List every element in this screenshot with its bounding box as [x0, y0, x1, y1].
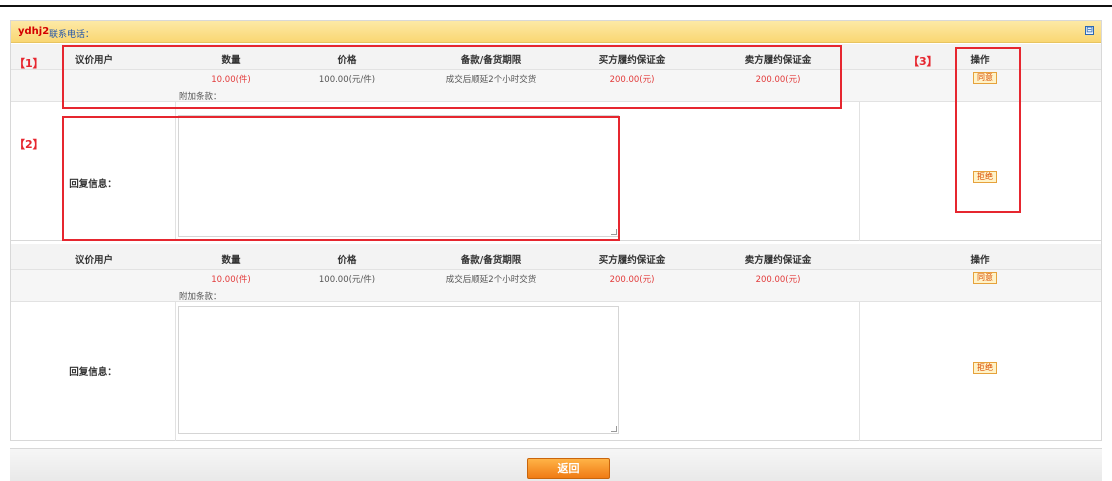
callout-label-2: 【2】 — [14, 138, 44, 151]
reply-textarea[interactable] — [178, 306, 619, 434]
offer-buyer-deposit: 200.00(元) — [609, 275, 655, 285]
agree-button[interactable]: 同意 — [973, 272, 997, 284]
divider — [859, 102, 860, 241]
col-header-user: 议价用户 — [74, 255, 113, 266]
col-header-buyer-deposit: 买方履约保证金 — [598, 255, 666, 266]
offer-terms-label: 附加条款： — [179, 292, 222, 302]
offer-price: 100.00(元/件) — [318, 275, 376, 285]
panel-header: ydhj2 联系电话： ⊟ — [11, 21, 1101, 43]
offer-values-row: 10.00(件) 100.00(元/件) 成交后顺延2个小时交货 200.00(… — [11, 270, 1101, 286]
col-header-seller-deposit: 卖方履约保证金 — [744, 255, 812, 266]
offer-block: 议价用户 数量 价格 备款/备货期限 买方履约保证金 卖方履约保证金 操作 yd… — [11, 244, 1101, 441]
callout-box-3 — [955, 47, 1021, 213]
offer-deadline: 成交后顺延2个小时交货 — [445, 275, 537, 285]
col-header-quantity: 数量 — [221, 255, 241, 266]
col-header-action: 操作 — [970, 255, 990, 266]
divider — [859, 302, 860, 441]
offer-quantity: 10.00(件) — [211, 275, 251, 285]
callout-label-1: 【1】 — [14, 57, 44, 70]
footer-bar: 返回 — [10, 448, 1102, 481]
top-rule — [0, 5, 1112, 7]
offer-header-row: 议价用户 数量 价格 备款/备货期限 买方履约保证金 卖方履约保证金 操作 — [11, 244, 1101, 270]
callout-box-1 — [62, 45, 842, 109]
offer-seller-deposit: 200.00(元) — [755, 275, 801, 285]
header-username: ydhj2 — [18, 26, 50, 37]
callout-box-2 — [62, 116, 620, 241]
reject-button[interactable]: 拒绝 — [973, 362, 997, 374]
resize-handle-icon[interactable] — [611, 426, 617, 432]
header-phone-label: 联系电话： — [49, 30, 95, 40]
offer-terms-row: 附加条款： — [11, 286, 1101, 302]
callout-label-3: 【3】 — [908, 55, 938, 68]
col-header-deadline: 备款/备货期限 — [460, 255, 522, 266]
divider — [175, 302, 176, 441]
col-header-price: 价格 — [337, 255, 357, 266]
collapse-icon[interactable]: ⊟ — [1085, 26, 1094, 35]
reply-label: 回复信息： — [69, 367, 117, 378]
back-button[interactable]: 返回 — [527, 458, 610, 479]
